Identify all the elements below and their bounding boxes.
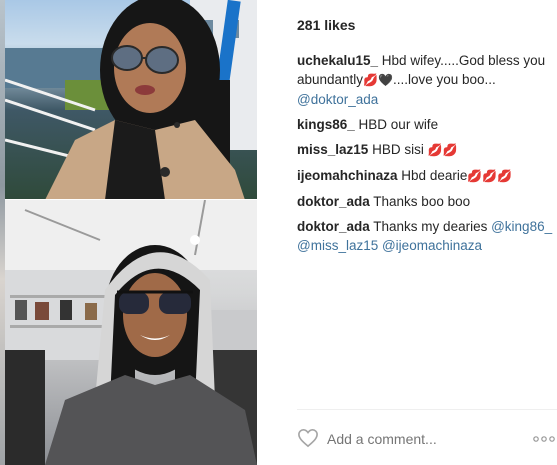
heart-outline-icon[interactable] xyxy=(297,428,319,448)
comment-mention[interactable]: @doktor_ada xyxy=(297,92,378,107)
post-details-panel: 281 likes uchekalu15_ Hbd wifey.....God … xyxy=(257,0,557,465)
comment-item: ijeomahchinaza Hbd dearie💋💋💋 xyxy=(297,166,555,186)
post-photo-bottom xyxy=(5,200,257,465)
black-heart-emoji-icon: 🖤 xyxy=(378,73,393,87)
comment-username[interactable]: miss_laz15 xyxy=(297,142,368,157)
comment-text: Thanks boo boo xyxy=(369,194,471,209)
comment-text: Hbd dearie xyxy=(397,168,468,183)
comment-username[interactable]: kings86_ xyxy=(297,117,355,132)
photo-top-illustration xyxy=(5,0,257,200)
comment-item: doktor_ada Thanks boo boo xyxy=(297,192,555,211)
add-comment-input[interactable] xyxy=(327,429,527,449)
photo-bottom-illustration xyxy=(5,200,257,465)
kiss-lips-emoji-icon: 💋 xyxy=(363,73,379,87)
comment-username[interactable]: doktor_ada xyxy=(297,194,370,209)
kiss-lips-emoji-icon: 💋💋 xyxy=(427,143,458,157)
comment-text: HBD sisi xyxy=(368,142,424,157)
comment-item: kings86_ HBD our wife xyxy=(297,115,555,134)
likes-count[interactable]: 281 likes xyxy=(297,17,355,33)
comment-item: uchekalu15_ Hbd wifey.....God bless you … xyxy=(297,51,555,109)
comment-box-divider xyxy=(297,409,557,410)
comment-list: uchekalu15_ Hbd wifey.....God bless you … xyxy=(297,51,555,261)
more-options-icon[interactable] xyxy=(533,436,555,442)
comment-text: HBD our wife xyxy=(354,117,439,132)
comment-item: miss_laz15 HBD sisi 💋💋 xyxy=(297,140,555,160)
comment-username[interactable]: doktor_ada xyxy=(297,219,370,234)
comment-username[interactable]: ijeomahchinaza xyxy=(297,168,398,183)
kiss-lips-emoji-icon: 💋💋💋 xyxy=(467,169,513,183)
comment-text: ....love you boo... xyxy=(392,72,496,87)
comment-item: doktor_ada Thanks my dearies @king86_ @m… xyxy=(297,217,555,255)
post-photo-top xyxy=(5,0,257,200)
comment-username[interactable]: uchekalu15_ xyxy=(297,53,378,68)
comment-text: Thanks my dearies xyxy=(369,219,492,234)
